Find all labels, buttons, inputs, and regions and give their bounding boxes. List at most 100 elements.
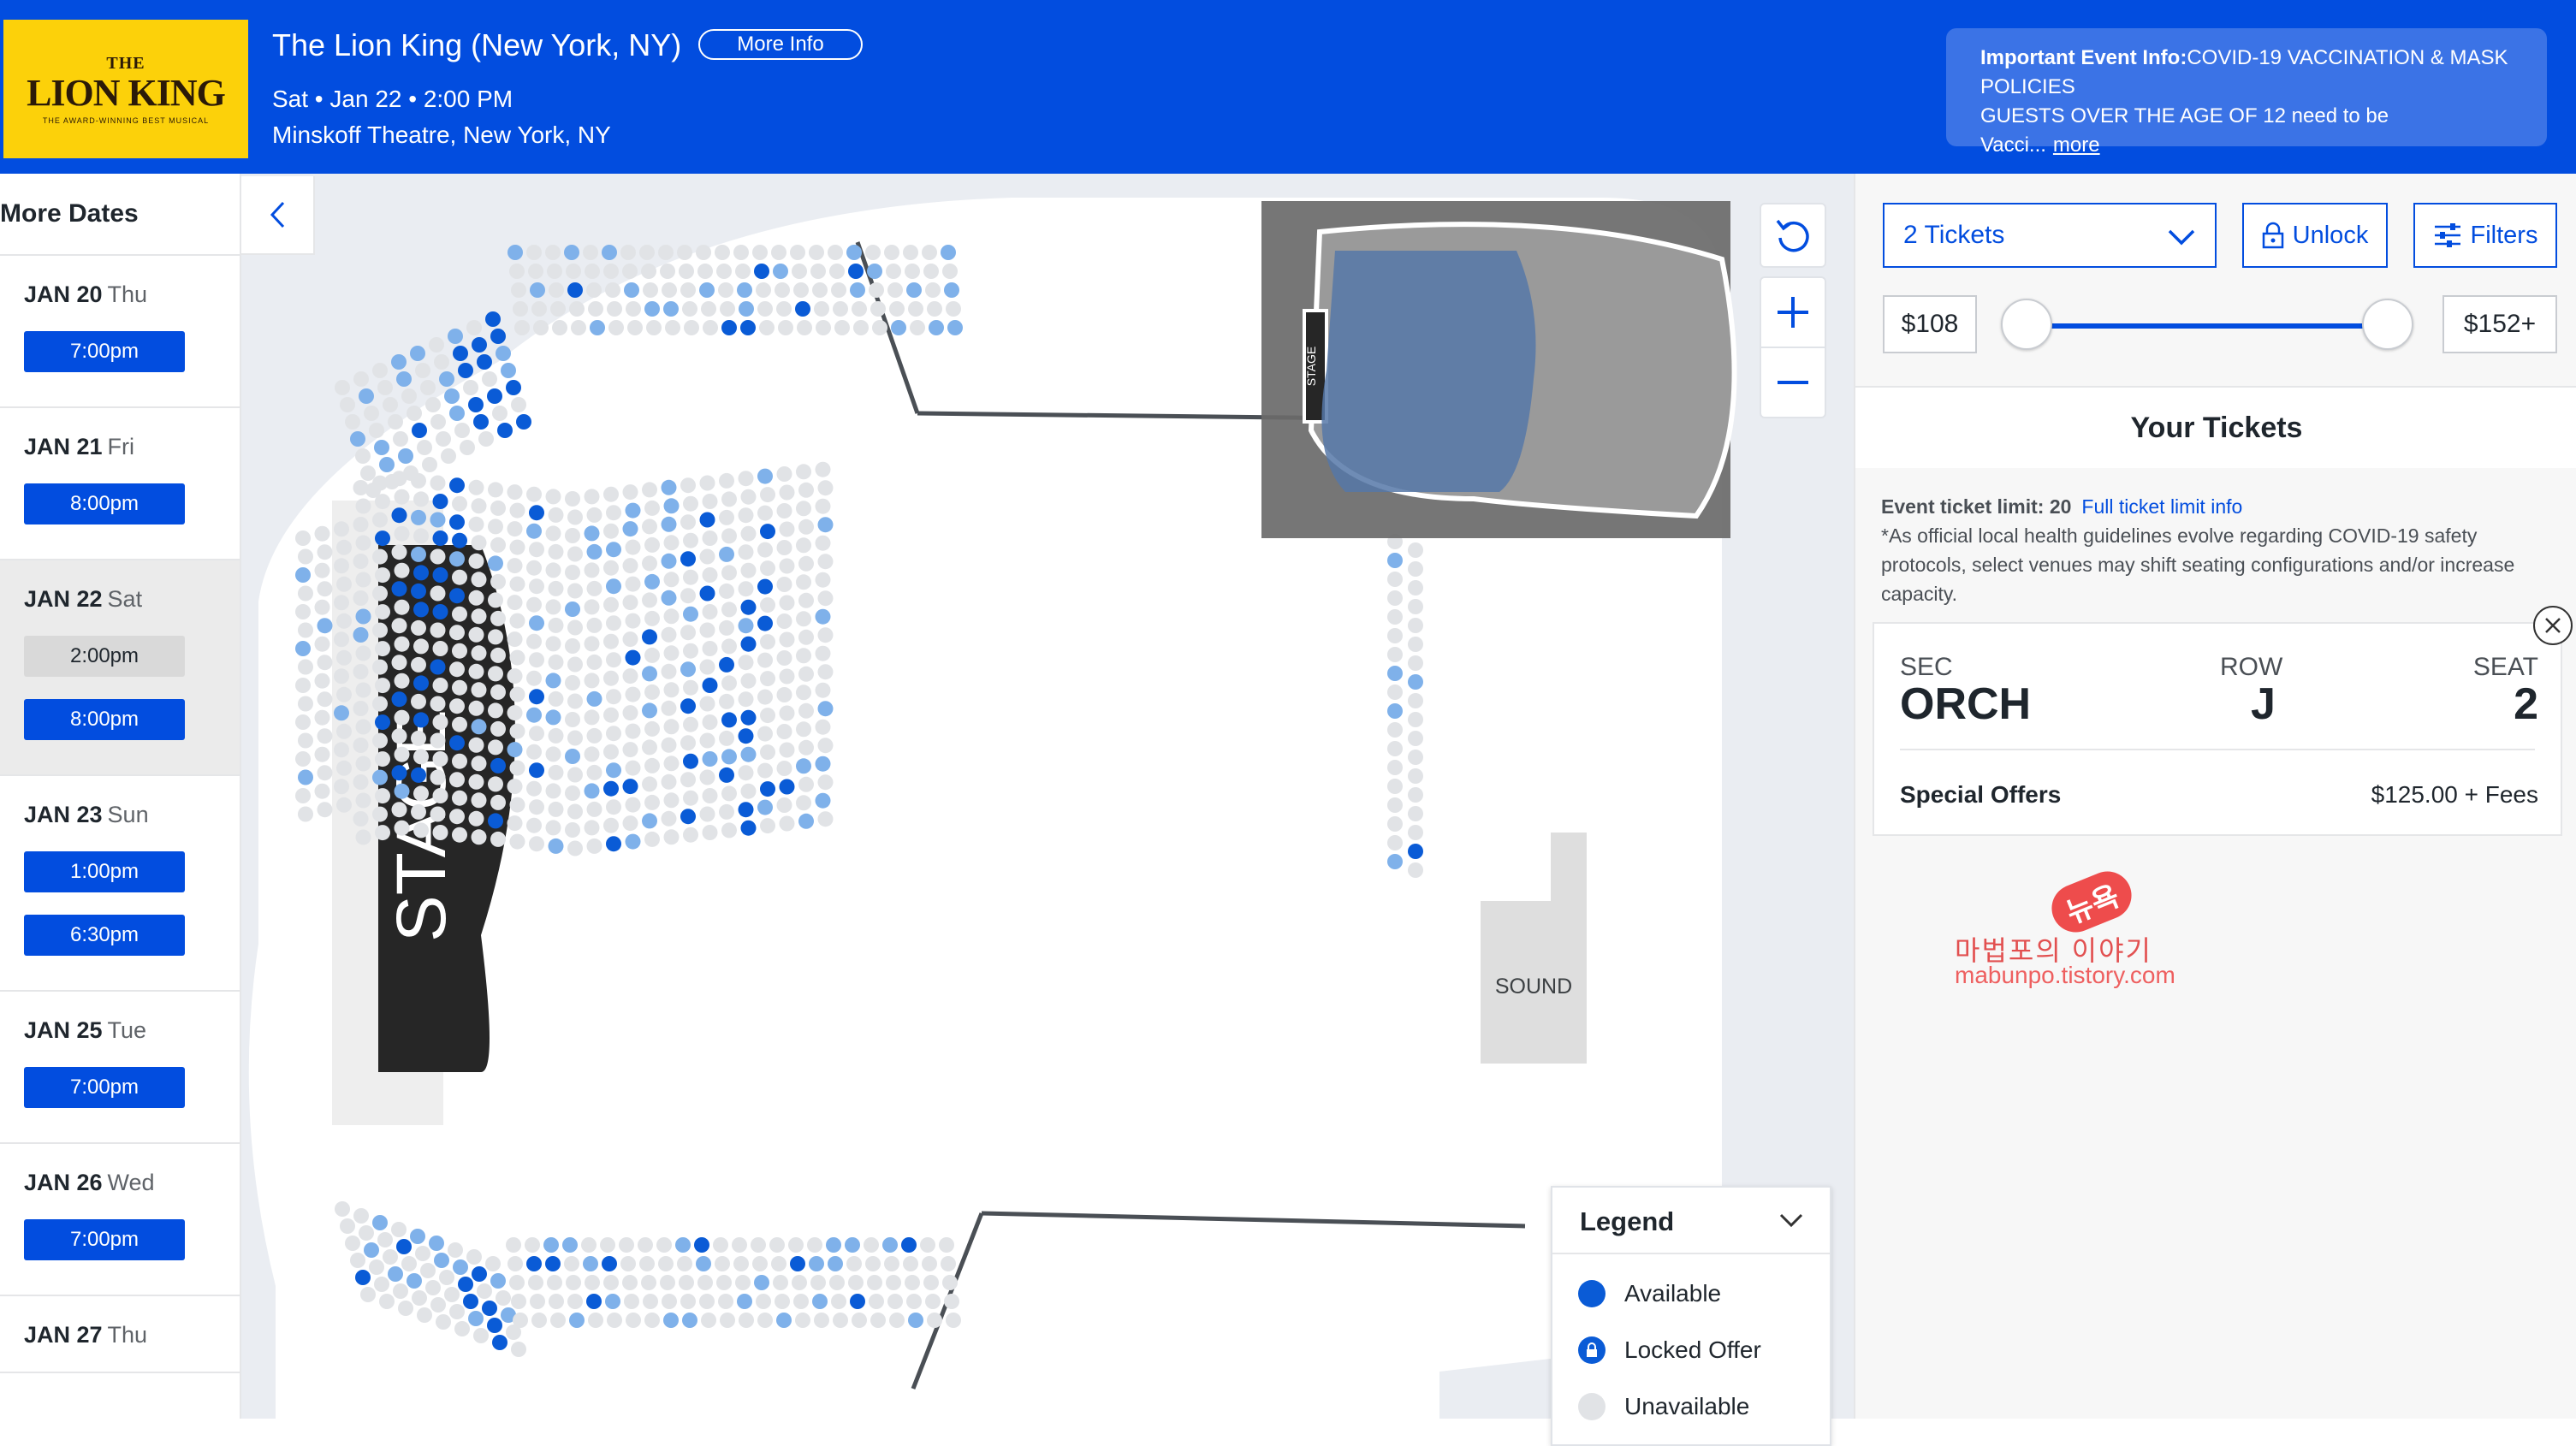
seat[interactable]	[391, 765, 407, 781]
seat[interactable]	[526, 1256, 542, 1271]
seat[interactable]	[815, 792, 831, 809]
seat[interactable]	[661, 590, 677, 606]
date-item[interactable]: JAN 26 Wed 7:00pm	[0, 1144, 240, 1296]
seat[interactable]	[738, 802, 754, 818]
seat[interactable]	[583, 1256, 598, 1271]
seat[interactable]	[375, 714, 390, 731]
seat[interactable]	[850, 282, 865, 298]
seat[interactable]	[867, 264, 882, 279]
seat[interactable]	[391, 507, 407, 524]
seat[interactable]	[721, 712, 737, 728]
seat[interactable]	[411, 583, 426, 599]
seat[interactable]	[398, 448, 413, 464]
seat[interactable]	[661, 553, 677, 569]
full-ticket-limit-link[interactable]: Full ticket limit info	[2081, 495, 2242, 518]
seat[interactable]	[663, 301, 679, 317]
seat[interactable]	[719, 656, 734, 673]
seat[interactable]	[430, 659, 446, 675]
seat[interactable]	[906, 282, 922, 298]
showtime-button[interactable]: 7:00pm	[24, 1067, 185, 1108]
seat[interactable]	[663, 498, 680, 514]
more-info-button[interactable]: More Info	[698, 29, 863, 60]
seat[interactable]	[449, 551, 465, 567]
seat[interactable]	[683, 606, 698, 622]
seat[interactable]	[473, 414, 489, 430]
seat[interactable]	[295, 641, 311, 656]
seat[interactable]	[298, 769, 313, 785]
seat[interactable]	[545, 673, 561, 689]
seat[interactable]	[548, 838, 564, 854]
seat[interactable]	[680, 809, 696, 825]
seat[interactable]	[680, 661, 696, 678]
seat[interactable]	[530, 282, 545, 298]
seat[interactable]	[738, 618, 754, 634]
seat[interactable]	[602, 245, 617, 260]
seat[interactable]	[391, 581, 407, 597]
seat[interactable]	[929, 320, 944, 335]
seat[interactable]	[413, 675, 429, 691]
seat[interactable]	[468, 397, 484, 412]
seat[interactable]	[590, 320, 605, 335]
seat[interactable]	[458, 363, 473, 378]
seat[interactable]	[334, 705, 349, 721]
seat[interactable]	[453, 346, 468, 361]
showtime-button[interactable]: 7:00pm	[24, 331, 185, 372]
seat[interactable]	[487, 1318, 502, 1333]
seat[interactable]	[452, 532, 467, 548]
seat[interactable]	[809, 1256, 824, 1271]
seat[interactable]	[606, 762, 621, 779]
seat[interactable]	[815, 756, 831, 772]
seat[interactable]	[412, 423, 427, 438]
seat[interactable]	[740, 709, 757, 726]
seat[interactable]	[379, 457, 395, 472]
seat[interactable]	[432, 530, 448, 546]
seat[interactable]	[699, 282, 715, 298]
showtime-button[interactable]: 6:30pm	[24, 915, 185, 956]
seat[interactable]	[372, 769, 388, 785]
seat[interactable]	[449, 735, 465, 751]
seat[interactable]	[817, 517, 834, 533]
seat[interactable]	[696, 1256, 711, 1271]
seat[interactable]	[482, 1301, 497, 1316]
seat[interactable]	[602, 1256, 617, 1271]
reset-view-button[interactable]	[1760, 203, 1826, 268]
seat[interactable]	[353, 627, 369, 643]
seat[interactable]	[507, 245, 523, 260]
seat[interactable]	[545, 709, 561, 726]
seat[interactable]	[586, 1294, 602, 1309]
seat[interactable]	[432, 494, 448, 509]
seat[interactable]	[543, 1237, 559, 1253]
seat[interactable]	[882, 1237, 898, 1253]
legend-header[interactable]: Legend	[1552, 1188, 1830, 1254]
seat[interactable]	[642, 666, 657, 682]
seat[interactable]	[413, 602, 429, 618]
seat[interactable]	[702, 678, 718, 693]
minimap-viewport[interactable]	[1321, 251, 1536, 492]
seat[interactable]	[699, 585, 715, 602]
seat[interactable]	[642, 702, 657, 719]
seat[interactable]	[1387, 703, 1403, 719]
collapse-sidebar-button[interactable]	[241, 176, 315, 255]
seat[interactable]	[661, 516, 677, 532]
seat[interactable]	[374, 440, 389, 455]
date-item[interactable]: JAN 21 Fri 8:00pm	[0, 408, 240, 560]
seat[interactable]	[429, 1236, 444, 1251]
seat[interactable]	[586, 690, 602, 707]
date-item[interactable]: JAN 25 Tue 7:00pm	[0, 992, 240, 1144]
date-item[interactable]: JAN 23 Sun 1:00pm 6:30pm	[0, 776, 240, 992]
seat[interactable]	[702, 751, 718, 767]
seat[interactable]	[375, 530, 390, 547]
seat[interactable]	[449, 477, 465, 494]
showtime-button[interactable]: 7:00pm	[24, 1219, 185, 1260]
seat[interactable]	[1387, 666, 1403, 681]
showtime-button[interactable]: 2:00pm	[24, 636, 185, 677]
price-max-field[interactable]: $152+	[2442, 295, 2557, 353]
seat[interactable]	[487, 388, 502, 404]
ticket-quantity-select[interactable]: 2 Tickets	[1883, 203, 2217, 268]
seat[interactable]	[584, 525, 600, 542]
seat[interactable]	[432, 604, 448, 619]
seat[interactable]	[798, 813, 814, 829]
seat[interactable]	[848, 264, 864, 279]
seat[interactable]	[449, 514, 465, 530]
seat[interactable]	[754, 1275, 769, 1290]
